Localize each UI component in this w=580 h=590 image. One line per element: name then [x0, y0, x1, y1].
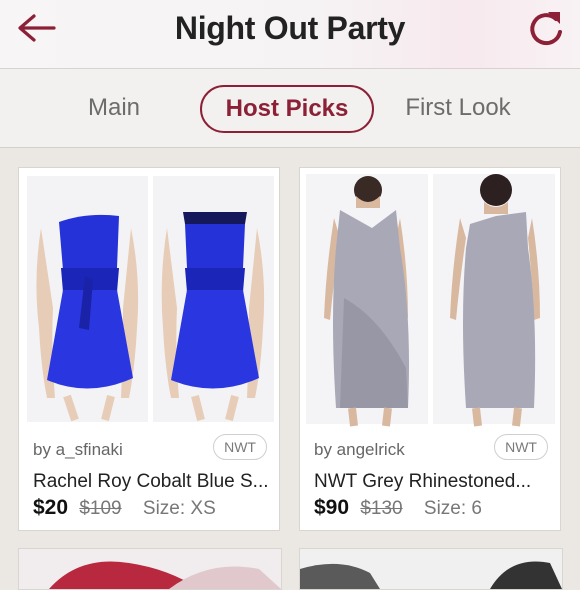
tab-first-look[interactable]: First Look: [396, 85, 520, 131]
listing-photo[interactable]: [300, 549, 562, 589]
seller-name[interactable]: by angelrick: [314, 440, 405, 460]
listing-title[interactable]: NWT Grey Rhinestoned...: [314, 471, 550, 493]
listing-photo[interactable]: [19, 168, 279, 430]
app-header: Night Out Party: [0, 0, 580, 69]
refresh-icon: [530, 12, 562, 46]
listing-card[interactable]: by a_sfinaki NWT Rachel Roy Cobalt Blue …: [18, 167, 280, 531]
listing-size: Size: XS: [142, 498, 216, 519]
original-price: $130: [360, 498, 403, 519]
price-line: $20 $109 Size: XS: [33, 496, 216, 520]
listing-card-partial[interactable]: [299, 548, 563, 590]
tab-bar: Main Host Picks First Look: [0, 69, 580, 148]
refresh-button[interactable]: [526, 6, 566, 50]
original-price: $109: [79, 498, 122, 519]
condition-badge: NWT: [213, 434, 267, 460]
listing-price: $20: [33, 496, 69, 519]
listing-photo[interactable]: [19, 549, 281, 589]
listing-size: Size: 6: [423, 498, 482, 519]
tab-host-picks[interactable]: Host Picks: [200, 85, 374, 133]
tab-main[interactable]: Main: [72, 85, 156, 131]
condition-badge: NWT: [494, 434, 548, 460]
listing-card-partial[interactable]: [18, 548, 282, 590]
listing-title[interactable]: Rachel Roy Cobalt Blue S...: [33, 471, 269, 493]
price-line: $90 $130 Size: 6: [314, 496, 482, 520]
listing-photo[interactable]: [300, 168, 560, 430]
listing-card[interactable]: by angelrick NWT NWT Grey Rhinestoned...…: [299, 167, 561, 531]
listing-price: $90: [314, 496, 350, 519]
page-title: Night Out Party: [174, 10, 406, 46]
seller-name[interactable]: by a_sfinaki: [33, 440, 123, 460]
